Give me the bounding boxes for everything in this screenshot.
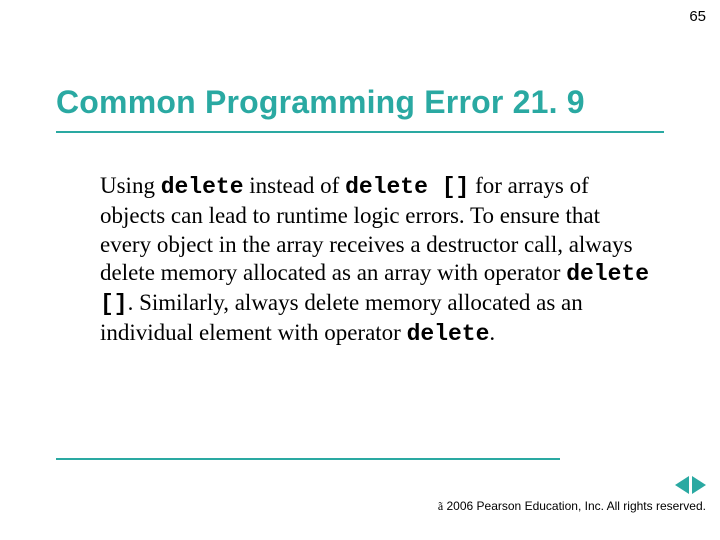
bottom-rule (56, 458, 560, 460)
body-t4: . Similarly, always delete memory alloca… (100, 290, 583, 345)
code-delete-1: delete (161, 174, 244, 200)
title-block: Common Programming Error 21. 9 (56, 84, 664, 133)
body-t1: Using (100, 173, 161, 198)
prev-arrow-icon[interactable] (675, 476, 689, 494)
body-t5: . (489, 320, 495, 345)
slide-title: Common Programming Error 21. 9 (56, 84, 664, 131)
body-text: Using delete instead of delete [] for ar… (100, 172, 650, 349)
slide: 65 Common Programming Error 21. 9 Using … (0, 0, 720, 540)
page-number: 65 (689, 8, 706, 25)
title-rule (56, 131, 664, 133)
code-delete-2: delete (407, 321, 490, 347)
next-arrow-icon[interactable] (692, 476, 706, 494)
body-t2: instead of (244, 173, 346, 198)
nav-arrows (675, 476, 706, 494)
code-delete-brackets-1: delete [] (345, 174, 469, 200)
footer: ã 2006 Pearson Education, Inc. All right… (438, 499, 706, 514)
footer-text: 2006 Pearson Education, Inc. All rights … (443, 499, 706, 513)
